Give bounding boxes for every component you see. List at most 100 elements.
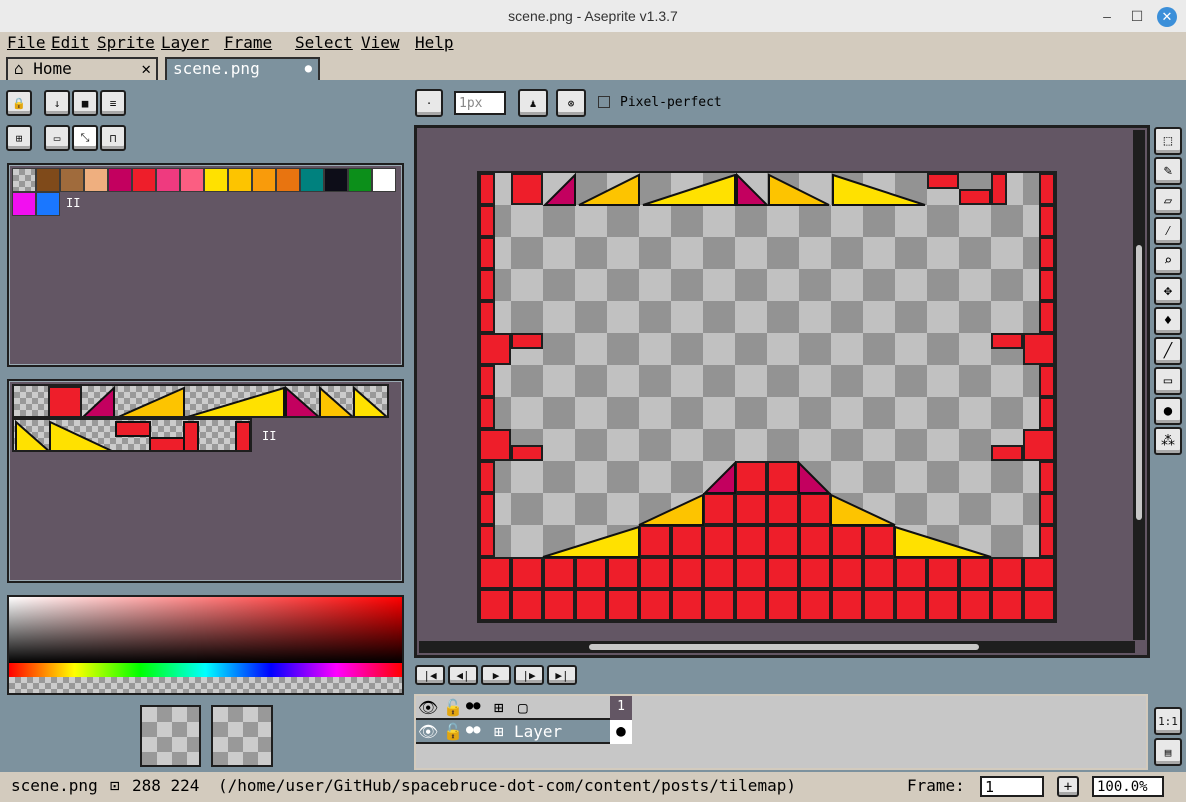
palette-swatch[interactable]	[84, 168, 108, 192]
palette-swatch-transparent[interactable]	[12, 168, 36, 192]
tileset-row-1[interactable]	[12, 384, 389, 418]
previous-frame-button[interactable]: ◀|	[448, 665, 478, 685]
vertical-scrollbar[interactable]	[1133, 130, 1145, 640]
pixel-perfect-checkbox[interactable]	[598, 96, 610, 108]
maximize-button[interactable]: ☐	[1122, 0, 1152, 32]
palette-swatch[interactable]	[300, 168, 324, 192]
lock-palette-button[interactable]: 🔒	[6, 90, 32, 116]
palette-swatch[interactable]	[228, 168, 252, 192]
tab-close-icon[interactable]: ✕	[141, 59, 151, 78]
palette-menu-button[interactable]: ≡	[100, 90, 126, 116]
timeline: 👁 🔓 ●● ⊞ ▢ 1 👁 🔓 ●● ⊞ Layer ●	[414, 694, 1148, 770]
palette-swatch[interactable]	[108, 168, 132, 192]
layer-visibility-icon[interactable]: 👁	[418, 722, 438, 741]
palette-swatch[interactable]	[348, 168, 372, 192]
palette-swatch[interactable]	[204, 168, 228, 192]
last-frame-button[interactable]: ▶|	[547, 665, 577, 685]
palette-swatch[interactable]	[372, 168, 396, 192]
sprite-canvas[interactable]	[477, 171, 1057, 623]
continuous-header-icon[interactable]: ●●	[466, 698, 480, 712]
eyedropper-tool-icon[interactable]: ⁄	[1154, 217, 1182, 245]
tab-scene[interactable]: scene.png ●	[165, 57, 320, 80]
lock-header-icon[interactable]: 🔓	[443, 698, 463, 717]
fill-tool-icon[interactable]: ♦	[1154, 307, 1182, 335]
background-color[interactable]	[211, 705, 273, 767]
layer-group-icon[interactable]: ⊞	[494, 698, 504, 717]
map-tile	[927, 621, 959, 623]
vertical-scroll-thumb[interactable]	[1136, 245, 1142, 520]
palette-swatch[interactable]	[36, 192, 60, 216]
palette-swatch[interactable]	[132, 168, 156, 192]
foreground-color[interactable]	[140, 705, 201, 767]
status-path: (/home/user/GitHub/spacebruce-dot-com/co…	[218, 776, 796, 795]
layer-row[interactable]: 👁 🔓 ●● ⊞ Layer	[416, 720, 632, 744]
palette-swatch[interactable]	[36, 168, 60, 192]
tile-mode-button[interactable]: ▭	[44, 125, 70, 151]
marquee-tool-icon[interactable]: ⬚	[1154, 127, 1182, 155]
menu-sprite[interactable]: Sprite	[97, 33, 155, 52]
map-tile	[799, 621, 831, 623]
horizontal-scroll-thumb[interactable]	[589, 644, 979, 650]
map-tile	[607, 621, 639, 623]
palette-sort-button[interactable]: ■	[72, 90, 98, 116]
color-picker[interactable]	[7, 595, 404, 695]
horizontal-scrollbar[interactable]	[419, 641, 1135, 653]
alpha-slider[interactable]	[9, 677, 402, 693]
eraser-tool-icon[interactable]: ▱	[1154, 187, 1182, 215]
menu-help[interactable]: Help	[415, 33, 454, 52]
map-tile	[575, 621, 607, 623]
menu-select[interactable]: Select	[295, 33, 353, 52]
rectangle-tool-icon[interactable]: ▭	[1154, 367, 1182, 395]
menu-file[interactable]: File	[7, 33, 46, 52]
hue-slider[interactable]	[9, 663, 402, 677]
canvas-size-icon: ⊡	[110, 776, 120, 795]
palette-swatch[interactable]	[276, 168, 300, 192]
spray-tool-icon[interactable]: ⁂	[1154, 427, 1182, 455]
menu-edit[interactable]: Edit	[51, 33, 90, 52]
cel-frame-1[interactable]: ●	[610, 720, 632, 744]
layer-continuous-icon[interactable]: ●●	[466, 722, 480, 736]
brush-size-input[interactable]	[454, 91, 506, 115]
menu-layer[interactable]: Layer	[161, 33, 209, 52]
add-frame-button[interactable]: +	[1057, 776, 1079, 797]
layer-lock-icon[interactable]: 🔓	[443, 722, 463, 741]
next-frame-button[interactable]: |▶	[514, 665, 544, 685]
map-tile	[639, 621, 671, 623]
stack-mode-button[interactable]: ⊓	[100, 125, 126, 151]
frame-number-header[interactable]: 1	[610, 696, 632, 720]
palette-swatch[interactable]	[324, 168, 348, 192]
curve-tool-icon[interactable]: ●	[1154, 397, 1182, 425]
first-frame-button[interactable]: |◀	[415, 665, 445, 685]
frame-input[interactable]	[980, 776, 1044, 797]
zoom-tool-icon[interactable]: ⌕	[1154, 247, 1182, 275]
palette-swatch[interactable]	[156, 168, 180, 192]
palette-swatch[interactable]	[252, 168, 276, 192]
palette-swatch[interactable]	[12, 192, 36, 216]
saturation-value-field[interactable]	[9, 597, 402, 663]
palette-swatch[interactable]	[180, 168, 204, 192]
tileset-mode-button[interactable]: ⊞	[6, 125, 32, 151]
visibility-header-icon[interactable]: 👁	[418, 698, 438, 717]
pencil-tool-icon[interactable]: ✎	[1154, 157, 1182, 185]
canvas-area[interactable]	[414, 125, 1150, 658]
auto-mode-button[interactable]: ⤡	[72, 125, 98, 151]
zoom-input[interactable]	[1092, 776, 1164, 797]
minimize-button[interactable]: –	[1092, 0, 1122, 32]
link-cels-icon[interactable]: ▢	[518, 698, 528, 717]
zoom-fit-button[interactable]: 1:1	[1154, 707, 1182, 735]
palette-options-button[interactable]: ↓	[44, 90, 70, 116]
move-tool-icon[interactable]: ✥	[1154, 277, 1182, 305]
close-button[interactable]: ✕	[1152, 0, 1182, 32]
palette-swatch[interactable]	[60, 168, 84, 192]
menu-frame[interactable]: Frame	[224, 33, 272, 52]
symmetry-button[interactable]: ⊛	[556, 89, 586, 117]
play-button[interactable]: ▶	[481, 665, 511, 685]
film-icon[interactable]: ▤	[1154, 738, 1182, 766]
line-tool-icon[interactable]: ╱	[1154, 337, 1182, 365]
brush-type-button[interactable]: ·	[415, 89, 443, 117]
menu-view[interactable]: View	[361, 33, 400, 52]
ink-button[interactable]: ♟	[518, 89, 548, 117]
tab-home[interactable]: ⌂ Home ✕	[6, 57, 158, 80]
tileset-row-2[interactable]	[12, 418, 252, 452]
layer-name[interactable]: Layer	[514, 722, 562, 741]
